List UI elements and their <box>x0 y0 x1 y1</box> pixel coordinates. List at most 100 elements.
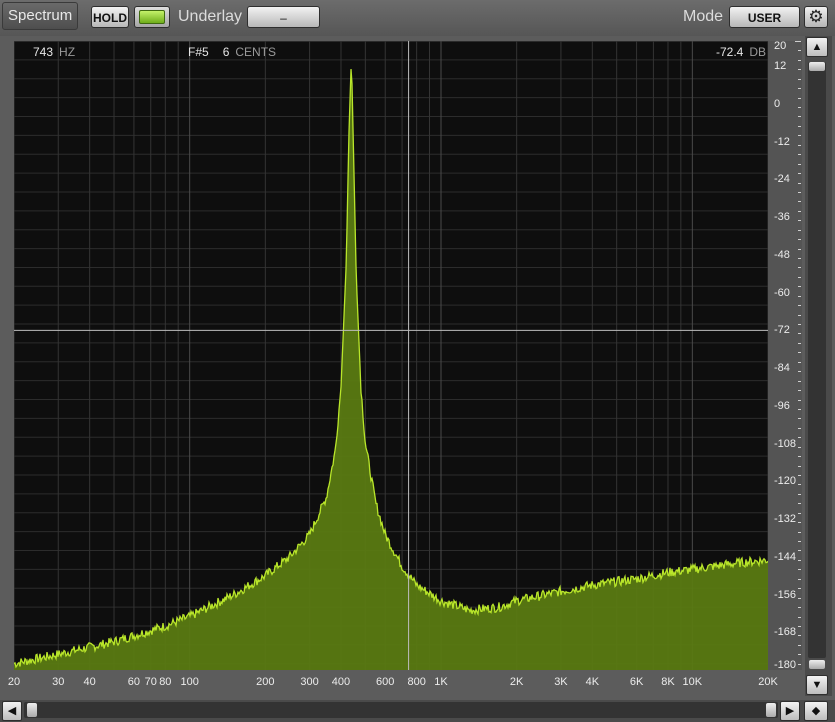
frequency-value: 743 <box>33 45 54 59</box>
underlay-label: Underlay <box>178 8 243 25</box>
db-tick <box>798 163 801 165</box>
toggle-led-icon <box>139 10 165 24</box>
scroll-down-arrow-icon[interactable]: ▼ <box>806 675 828 695</box>
db-tick <box>798 229 801 231</box>
db-tick <box>798 390 801 392</box>
db-tick-label: -180 <box>774 659 797 671</box>
db-tick <box>798 380 801 382</box>
frequency-tick-label: 4K <box>585 676 600 688</box>
hold-toggle[interactable] <box>134 6 170 28</box>
db-tick-label: -168 <box>774 626 797 639</box>
db-tick <box>798 88 801 90</box>
frequency-unit: HZ <box>59 45 76 59</box>
frequency-tick-label: 20 <box>7 676 21 688</box>
underlay-select[interactable]: – <box>247 6 320 28</box>
db-tick-label: -156 <box>774 588 797 601</box>
db-tick-label: -132 <box>774 513 797 526</box>
frequency-tick-label: 1K <box>434 676 448 688</box>
level-readout: -72.4 DB <box>716 45 766 59</box>
spectrum-area <box>14 69 768 670</box>
db-tick-label: 12 <box>774 60 787 73</box>
spectrum-svg <box>14 41 768 670</box>
frequency-scale: 20 30 40 60 70 80 100 200 300 400 600 800 1K 2K 3K 4K 6K… <box>0 676 780 698</box>
scroll-left-arrow-icon[interactable]: ◀ <box>2 701 22 721</box>
db-tick <box>798 191 801 193</box>
spectrum-plot[interactable] <box>14 41 768 670</box>
db-tick <box>798 201 801 203</box>
frequency-tick-label: 70 <box>144 676 157 688</box>
db-tick <box>798 654 801 656</box>
db-tick <box>798 578 801 580</box>
note-value: F#5 <box>188 45 209 59</box>
scroll-right-arrow-icon[interactable]: ▶ <box>780 701 800 721</box>
db-tick <box>798 154 801 156</box>
note-readout: F#5 6 CENTS <box>188 45 276 59</box>
db-tick-label: -60 <box>774 286 790 299</box>
db-tick-label: -84 <box>774 362 790 375</box>
level-value: -72.4 <box>716 45 744 59</box>
vertical-scroll-thumb-bottom[interactable] <box>809 660 825 669</box>
db-tick-label: 20 <box>774 40 787 52</box>
horizontal-scroll-track[interactable] <box>24 702 778 718</box>
horizontal-scroll-thumb-left[interactable] <box>27 703 37 717</box>
db-tick <box>798 493 801 495</box>
vertical-scroll-track[interactable] <box>808 62 826 658</box>
frequency-tick-label: 6K <box>629 676 644 688</box>
hold-button[interactable]: HOLD <box>91 6 129 28</box>
db-tick <box>798 616 801 618</box>
frequency-tick-label: 200 <box>256 676 275 688</box>
frequency-tick-label: 3K <box>554 676 568 688</box>
db-tick-label: -96 <box>774 399 790 412</box>
db-tick <box>798 305 801 307</box>
db-tick <box>798 116 801 118</box>
db-tick <box>798 456 801 458</box>
db-tick <box>798 314 801 316</box>
mode-select[interactable]: USER <box>729 6 800 28</box>
db-tick <box>798 239 801 241</box>
db-tick <box>798 352 801 354</box>
db-tick-label: -108 <box>774 437 797 450</box>
frequency-tick-label: 10K <box>682 676 703 688</box>
db-tick-label: -72 <box>774 324 790 337</box>
frequency-readout: 743 HZ <box>33 45 75 59</box>
cents-unit: CENTS <box>235 45 277 59</box>
frequency-tick-label: 2K <box>509 676 524 688</box>
frequency-tick-label: 40 <box>83 676 96 688</box>
frequency-tick-label: 30 <box>52 676 65 688</box>
frequency-tick-label: 8K <box>661 676 675 688</box>
db-tick <box>798 541 801 543</box>
db-tick <box>798 607 801 609</box>
db-tick <box>798 78 801 80</box>
db-tick-label: -48 <box>774 248 790 261</box>
zoom-diamond-icon[interactable]: ◆ <box>804 701 828 721</box>
db-tick-label: -144 <box>774 550 797 563</box>
frequency-tick-label: 100 <box>180 676 199 688</box>
db-tick-label: -24 <box>774 173 790 186</box>
settings-gear-icon[interactable]: ⚙ <box>804 6 828 28</box>
db-tick <box>798 267 801 269</box>
frequency-tick-label: 80 <box>159 676 172 688</box>
db-tick <box>798 276 801 278</box>
db-tick-label: -120 <box>774 475 797 488</box>
level-unit: DB <box>749 45 767 59</box>
db-tick <box>798 465 801 467</box>
db-tick-label: -36 <box>774 211 790 224</box>
scroll-up-arrow-icon[interactable]: ▲ <box>806 37 828 57</box>
vertical-scroll-thumb-top[interactable] <box>809 62 825 71</box>
frequency-tick-label: 600 <box>376 676 395 688</box>
horizontal-scroll-thumb-right[interactable] <box>766 703 776 717</box>
frequency-tick-label: 300 <box>300 676 319 688</box>
frequency-tick-label: 20K <box>758 676 778 688</box>
frequency-tick-label: 60 <box>127 676 141 688</box>
cents-value: 6 <box>222 45 230 59</box>
db-tick <box>798 531 801 533</box>
db-tick <box>798 342 801 344</box>
panel-title: Spectrum <box>2 2 79 30</box>
mode-label: Mode <box>683 8 724 25</box>
frequency-tick-label: 400 <box>331 676 351 688</box>
db-tick <box>798 418 801 420</box>
db-tick <box>798 644 801 646</box>
db-tick <box>798 503 801 505</box>
db-tick <box>798 125 801 127</box>
db-tick-label: -12 <box>774 135 790 148</box>
